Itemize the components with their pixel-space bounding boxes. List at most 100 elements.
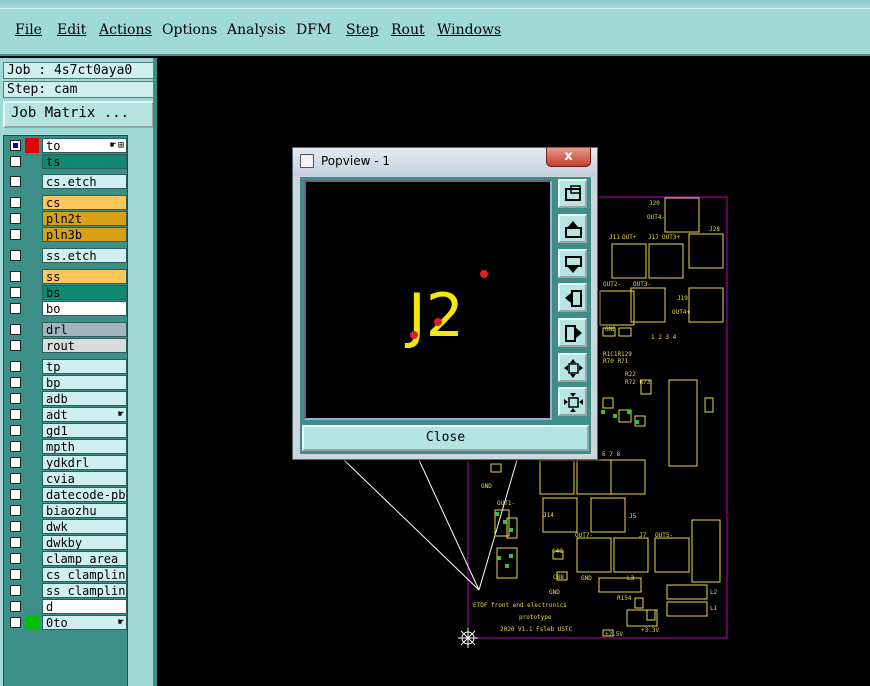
- layer-checkbox[interactable]: [10, 569, 21, 580]
- layer-name[interactable]: ts: [42, 154, 127, 169]
- layer-color-swatch[interactable]: [25, 359, 39, 374]
- layer-color-swatch[interactable]: [25, 423, 39, 438]
- layer-row[interactable]: bs: [7, 285, 127, 300]
- layer-checkbox[interactable]: [10, 229, 21, 240]
- layer-checkbox[interactable]: [10, 324, 21, 335]
- layer-name[interactable]: pln2t: [42, 211, 127, 226]
- layer-color-swatch[interactable]: [25, 487, 39, 502]
- layer-checkbox[interactable]: [10, 250, 21, 261]
- layer-color-swatch[interactable]: [25, 322, 39, 337]
- close-button[interactable]: Close: [302, 425, 589, 451]
- layer-name[interactable]: gd1: [42, 423, 127, 438]
- layer-color-swatch[interactable]: [25, 471, 39, 486]
- layer-row[interactable]: mpth: [7, 439, 127, 454]
- layer-name[interactable]: ydkdrl: [42, 455, 127, 470]
- layer-name[interactable]: rout: [42, 338, 127, 353]
- layer-checkbox[interactable]: [10, 393, 21, 404]
- layer-row[interactable]: dwkby: [7, 535, 127, 550]
- layer-color-swatch[interactable]: [25, 439, 39, 454]
- layer-color-swatch[interactable]: [25, 535, 39, 550]
- layer-row[interactable]: adt ☛: [7, 407, 127, 422]
- layer-color-swatch[interactable]: [25, 269, 39, 284]
- layer-row[interactable]: drl: [7, 322, 127, 337]
- layer-row[interactable]: pln3b: [7, 227, 127, 242]
- layer-checkbox[interactable]: [10, 377, 21, 388]
- menu-file[interactable]: File: [15, 22, 42, 38]
- layer-row[interactable]: cs_clampline: [7, 567, 127, 582]
- layer-color-swatch[interactable]: [25, 211, 39, 226]
- layer-color-swatch[interactable]: [25, 391, 39, 406]
- layer-color-swatch[interactable]: [25, 285, 39, 300]
- layer-name[interactable]: adb: [42, 391, 127, 406]
- arrow-up-button[interactable]: [558, 214, 587, 243]
- layer-color-swatch[interactable]: [25, 174, 39, 189]
- layer-color-swatch[interactable]: [25, 248, 39, 263]
- layer-row[interactable]: ss_clampline: [7, 583, 127, 598]
- menu-step[interactable]: Step: [346, 22, 378, 38]
- layer-checkbox[interactable]: [10, 489, 21, 500]
- layer-checkbox[interactable]: [10, 156, 21, 167]
- layer-color-swatch[interactable]: [25, 407, 39, 422]
- layer-row[interactable]: dwk: [7, 519, 127, 534]
- layer-row[interactable]: 0to ☛: [7, 615, 127, 630]
- layer-name[interactable]: drl: [42, 322, 127, 337]
- layer-checkbox[interactable]: [10, 457, 21, 468]
- layer-name[interactable]: cs_clampline: [42, 567, 127, 582]
- window-close-button[interactable]: x: [546, 148, 591, 167]
- layer-name[interactable]: mpth: [42, 439, 127, 454]
- layer-name[interactable]: dwkby: [42, 535, 127, 550]
- layer-name[interactable]: adt ☛: [42, 407, 127, 422]
- layer-color-swatch[interactable]: [25, 301, 39, 316]
- layer-name[interactable]: biaozhu: [42, 503, 127, 518]
- layer-color-swatch[interactable]: [25, 338, 39, 353]
- menu-actions[interactable]: Actions: [99, 22, 152, 38]
- layer-color-swatch[interactable]: [25, 519, 39, 534]
- layer-name[interactable]: bo: [42, 301, 127, 316]
- layer-name[interactable]: d: [42, 599, 127, 614]
- menu-rout[interactable]: Rout: [391, 22, 425, 38]
- layer-color-swatch[interactable]: [25, 138, 39, 153]
- popview-preview[interactable]: J2: [304, 180, 552, 420]
- menu-windows[interactable]: Windows: [437, 22, 501, 38]
- layer-checkbox[interactable]: [10, 601, 21, 612]
- layer-row[interactable]: biaozhu: [7, 503, 127, 518]
- layer-row[interactable]: bo: [7, 301, 127, 316]
- layer-checkbox[interactable]: [10, 303, 21, 314]
- layer-row[interactable]: cs.etch: [7, 174, 127, 189]
- layer-row[interactable]: gd1: [7, 423, 127, 438]
- layer-color-swatch[interactable]: [25, 195, 39, 210]
- layer-checkbox[interactable]: [10, 425, 21, 436]
- layer-row[interactable]: pln2t: [7, 211, 127, 226]
- layer-name[interactable]: 0to ☛: [42, 615, 127, 630]
- layer-color-swatch[interactable]: [25, 551, 39, 566]
- layer-name[interactable]: dwk: [42, 519, 127, 534]
- layer-checkbox[interactable]: [10, 521, 21, 532]
- layer-checkbox[interactable]: [10, 441, 21, 452]
- layer-color-swatch[interactable]: [25, 227, 39, 242]
- layer-name[interactable]: tp: [42, 359, 127, 374]
- layer-row[interactable]: rout: [7, 338, 127, 353]
- arrow-down-button[interactable]: [558, 249, 587, 278]
- layer-checkbox[interactable]: [10, 197, 21, 208]
- layer-checkbox[interactable]: [10, 140, 21, 151]
- layer-name[interactable]: cs: [42, 195, 127, 210]
- menu-options[interactable]: Options: [162, 22, 217, 38]
- layer-checkbox[interactable]: [10, 473, 21, 484]
- layer-row[interactable]: cvia: [7, 471, 127, 486]
- layer-name[interactable]: cs.etch: [42, 174, 127, 189]
- layer-row[interactable]: ydkdrl: [7, 455, 127, 470]
- layer-name[interactable]: ss: [42, 269, 127, 284]
- layer-name[interactable]: ss.etch: [42, 248, 127, 263]
- layer-checkbox[interactable]: [10, 213, 21, 224]
- layer-checkbox[interactable]: [10, 287, 21, 298]
- layer-color-swatch[interactable]: [25, 567, 39, 582]
- layer-name[interactable]: datecode-pbe: [42, 487, 127, 502]
- layer-name[interactable]: bs: [42, 285, 127, 300]
- layer-checkbox[interactable]: [10, 505, 21, 516]
- layer-checkbox[interactable]: [10, 176, 21, 187]
- layer-checkbox[interactable]: [10, 409, 21, 420]
- menu-dfm[interactable]: DFM: [296, 22, 331, 38]
- menu-analysis[interactable]: Analysis: [227, 22, 286, 38]
- layer-checkbox[interactable]: [10, 585, 21, 596]
- arrow-left-button[interactable]: [558, 283, 587, 312]
